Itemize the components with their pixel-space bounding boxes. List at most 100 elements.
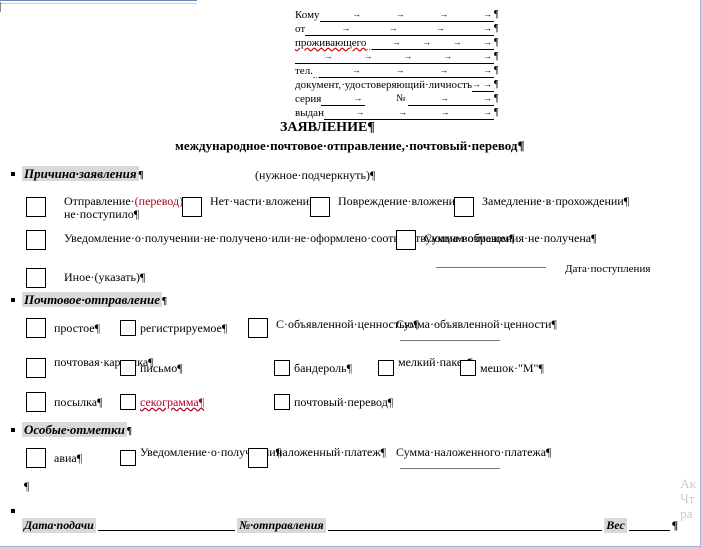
- checkbox-parcel[interactable]: [26, 392, 46, 412]
- checkbox-bag-m[interactable]: [460, 360, 476, 376]
- pilcrow: ¶: [672, 518, 678, 533]
- checkbox-postal-transfer[interactable]: [274, 394, 290, 410]
- label-no-compensation: Сумма·возмещения·не·получена¶: [424, 232, 584, 245]
- label-delivery-notice: Уведомление·о·получении¶: [140, 446, 250, 459]
- label-to: Кому: [295, 8, 320, 22]
- underline-no[interactable]: [328, 518, 603, 531]
- title: ЗАЯВЛЕНИЕ¶: [280, 120, 375, 136]
- tab-arrow: →: [436, 21, 445, 35]
- top-ruler-line: [0, 0, 197, 4]
- underline-weight[interactable]: [629, 518, 670, 531]
- label-series: серия: [295, 92, 321, 106]
- tab-arrow: →: [352, 7, 361, 21]
- checkbox-damage[interactable]: [310, 197, 330, 217]
- label-tel: тел.: [295, 64, 313, 78]
- tab-arrow: →: [440, 91, 449, 105]
- checkbox-simple[interactable]: [26, 318, 46, 338]
- checkbox-postcard[interactable]: [26, 358, 46, 378]
- checkbox-delivery-notice[interactable]: [120, 450, 136, 466]
- pilcrow: ¶: [494, 92, 499, 106]
- checkbox-declared-value[interactable]: [248, 318, 268, 338]
- tab-arrow: →: [472, 77, 481, 91]
- clip-line: Ак: [680, 476, 696, 491]
- label-avia: авиа¶: [54, 452, 82, 465]
- label-other: Иное·(указать)¶: [64, 271, 145, 284]
- tab-arrow: →: [483, 49, 492, 63]
- label-postal-transfer: почтовый·перевод¶: [294, 396, 393, 409]
- label-not-delivered: Отправление·(перевод)·не·поступило¶: [64, 195, 174, 221]
- label-receipt-date: Дата·поступления: [565, 263, 650, 276]
- pilcrow: ¶: [494, 8, 499, 22]
- footer-row: Дата·подачи №·отправления Вес ¶: [22, 518, 678, 533]
- label-registered: регистрируемое¶: [140, 322, 227, 335]
- label-doc: документ,·удостоверяющий·личность: [295, 78, 472, 92]
- tab-arrow: →: [483, 91, 492, 105]
- tab-arrow: →: [354, 91, 363, 105]
- checkbox-notice-not-received[interactable]: [26, 230, 46, 250]
- pilcrow: ¶: [494, 50, 499, 64]
- note-underline: (нужное·подчеркнуть)¶: [255, 168, 375, 183]
- section-postal-heading: Почтовое·отправление¶: [22, 292, 167, 308]
- label-declared-value: С·объявленной·ценностью¶: [276, 318, 386, 331]
- label-notice-not-received: Уведомление·о·получении·не·получено·или·…: [64, 232, 394, 245]
- tab-arrow: →: [398, 105, 407, 119]
- pilcrow: ¶: [24, 480, 29, 493]
- clipped-sidebar-text: Ак Чт ра: [680, 476, 696, 521]
- pilcrow: ¶: [494, 36, 499, 50]
- subtitle: международное·почтовое·отправление,·почт…: [175, 138, 525, 154]
- label-parcel: посылка¶: [54, 396, 103, 409]
- checkbox-secogram[interactable]: [120, 394, 136, 410]
- label-missing-part: Нет·части·вложения¶: [210, 195, 290, 208]
- bullet-icon: [11, 298, 15, 302]
- ruler-mark: [0, 2, 5, 12]
- clip-line: Чт: [680, 491, 696, 506]
- label-sum-declared: Сумма·объявленной·ценности¶: [396, 318, 536, 344]
- label-damage: Повреждение·вложения¶: [338, 195, 438, 208]
- tab-arrow: →: [483, 35, 492, 49]
- tab-arrow: →: [483, 63, 492, 77]
- tab-arrow: →: [440, 105, 449, 119]
- tab-arrow: →: [439, 7, 448, 21]
- checkbox-cod[interactable]: [248, 448, 268, 468]
- bullet-icon: [11, 428, 15, 432]
- label-postcard: почтовая·карточка¶: [54, 356, 124, 369]
- checkbox-other[interactable]: [26, 268, 46, 288]
- tab-arrow: →: [422, 35, 431, 49]
- label-small-packet: мелкий·пакет¶: [398, 356, 458, 369]
- pilcrow: ¶: [127, 426, 132, 437]
- checkbox-registered[interactable]: [120, 320, 136, 336]
- label-cod: наложенный·платеж¶: [276, 446, 376, 459]
- section-reason-text: Причина·заявления: [22, 166, 139, 181]
- tab-arrow: →: [483, 21, 492, 35]
- checkbox-delay[interactable]: [454, 197, 474, 217]
- tab-arrow: →: [352, 63, 361, 77]
- checkbox-letter[interactable]: [120, 360, 136, 376]
- pilcrow: ¶: [494, 22, 499, 36]
- pilcrow: ¶: [162, 296, 167, 307]
- tab-arrow: →: [483, 105, 492, 119]
- label-no: №: [396, 92, 406, 106]
- checkbox-not-delivered[interactable]: [26, 197, 46, 217]
- checkbox-missing-part[interactable]: [182, 197, 202, 217]
- checkbox-banderol[interactable]: [274, 360, 290, 376]
- underline-compensation[interactable]: [436, 258, 546, 271]
- section-marks-heading: Особые·отметки¶: [22, 422, 132, 438]
- underline-date[interactable]: [98, 518, 235, 531]
- label-sum-cod: Сумма·наложенного·платежа¶: [396, 446, 556, 472]
- tab-arrow: →: [396, 7, 405, 21]
- checkbox-avia[interactable]: [26, 448, 46, 468]
- footer-date: Дата·подачи: [22, 518, 96, 533]
- bullet-icon: [11, 172, 15, 176]
- tab-arrow: →: [389, 21, 398, 35]
- tab-arrow: →: [453, 35, 462, 49]
- label-bag-m: мешок·"М"¶: [480, 362, 544, 375]
- bullet-icon: [11, 509, 15, 513]
- checkbox-small-packet[interactable]: [378, 360, 394, 376]
- section-reason-heading: Причина·заявления¶: [22, 166, 144, 182]
- footer-no: №·отправления: [237, 518, 325, 533]
- addressee-block: Кому→→→→¶ от→→→→¶ проживающего→→→→¶ →→→→…: [295, 8, 499, 120]
- tab-arrow: →: [392, 35, 401, 49]
- tab-arrow: →: [403, 49, 412, 63]
- checkbox-no-compensation[interactable]: [396, 230, 416, 250]
- label-banderol: бандероль¶: [294, 362, 352, 375]
